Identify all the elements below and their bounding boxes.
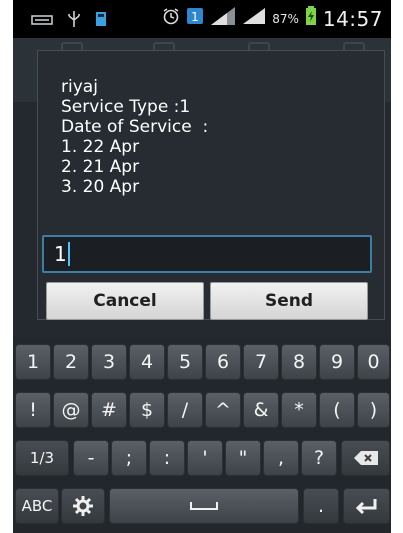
- signal-icon: [210, 6, 236, 31]
- alarm-icon: [162, 7, 180, 30]
- key-close-paren[interactable]: ): [357, 392, 390, 428]
- key-9[interactable]: 9: [319, 344, 355, 380]
- enter-key[interactable]: [343, 488, 390, 524]
- message-line: 2. 21 Apr: [61, 157, 140, 177]
- status-clock: 14:57: [322, 6, 383, 31]
- key-apostrophe[interactable]: ': [187, 440, 223, 476]
- message-line: 3. 20 Apr: [61, 177, 140, 197]
- key-6[interactable]: 6: [205, 344, 241, 380]
- notification-badge-icon: 1: [186, 7, 204, 30]
- space-bar-icon: [190, 502, 218, 510]
- usb-icon: [67, 10, 81, 33]
- key-slash[interactable]: /: [167, 392, 203, 428]
- key-comma[interactable]: ,: [263, 440, 299, 476]
- key-5[interactable]: 5: [167, 344, 203, 380]
- key-asterisk[interactable]: *: [281, 392, 317, 428]
- key-at[interactable]: @: [53, 392, 89, 428]
- key-4[interactable]: 4: [129, 344, 165, 380]
- key-3[interactable]: 3: [91, 344, 127, 380]
- key-question[interactable]: ?: [301, 440, 337, 476]
- key-2[interactable]: 2: [53, 344, 89, 380]
- key-abc-mode[interactable]: ABC: [15, 488, 59, 524]
- status-bar: 1 87% 14:57: [13, 0, 391, 38]
- voicemail-icon: [31, 13, 53, 31]
- key-exclamation[interactable]: !: [15, 392, 51, 428]
- key-1[interactable]: 1: [15, 344, 51, 380]
- message-line: 1. 22 Apr: [61, 137, 140, 157]
- ussd-dialog: riyaj Service Type :1 Date of Service : …: [37, 50, 385, 320]
- key-symbol-page[interactable]: 1/3: [15, 440, 69, 476]
- soft-keyboard: 1 2 3 4 5 6 7 8 9 0 ! @ # $ / ^ & * ( ) …: [13, 338, 391, 533]
- key-7[interactable]: 7: [243, 344, 279, 380]
- backspace-key[interactable]: [341, 440, 390, 476]
- status-bar-right: 1 87% 14:57: [162, 6, 383, 31]
- backspace-icon: [353, 451, 378, 465]
- dialog-message: riyaj Service Type :1 Date of Service : …: [61, 77, 371, 197]
- key-quote[interactable]: ": [225, 440, 261, 476]
- key-caret[interactable]: ^: [205, 392, 241, 428]
- send-button[interactable]: Send: [210, 282, 368, 320]
- key-open-paren[interactable]: (: [319, 392, 355, 428]
- message-line: Service Type :1: [61, 97, 191, 117]
- key-semicolon[interactable]: ;: [111, 440, 147, 476]
- signal-icon: [242, 7, 266, 30]
- message-line: riyaj: [61, 77, 98, 97]
- key-ampersand[interactable]: &: [243, 392, 279, 428]
- reply-input[interactable]: 1: [42, 235, 372, 273]
- battery-charging-icon: [305, 6, 317, 31]
- key-0[interactable]: 0: [357, 344, 390, 380]
- reply-input-value: 1: [54, 242, 67, 266]
- key-hyphen[interactable]: -: [73, 440, 109, 476]
- space-key[interactable]: [109, 488, 299, 524]
- text-cursor: [67, 242, 70, 266]
- svg-text:1: 1: [191, 10, 199, 24]
- key-period[interactable]: .: [303, 488, 339, 524]
- battery-percent: 87%: [272, 11, 299, 26]
- enter-icon: [355, 499, 376, 515]
- status-bar-left: [31, 10, 107, 33]
- key-colon[interactable]: :: [149, 440, 185, 476]
- phone-screen: 1 87% 14:57 riyaj Service Type :1 Date o…: [13, 0, 391, 533]
- settings-key[interactable]: [61, 488, 105, 524]
- message-line: Date of Service :: [61, 117, 209, 137]
- key-dollar[interactable]: $: [129, 392, 165, 428]
- sd-card-icon: [95, 11, 107, 32]
- key-hash[interactable]: #: [91, 392, 127, 428]
- cancel-button[interactable]: Cancel: [46, 282, 204, 320]
- gear-icon: [73, 496, 93, 516]
- key-8[interactable]: 8: [281, 344, 317, 380]
